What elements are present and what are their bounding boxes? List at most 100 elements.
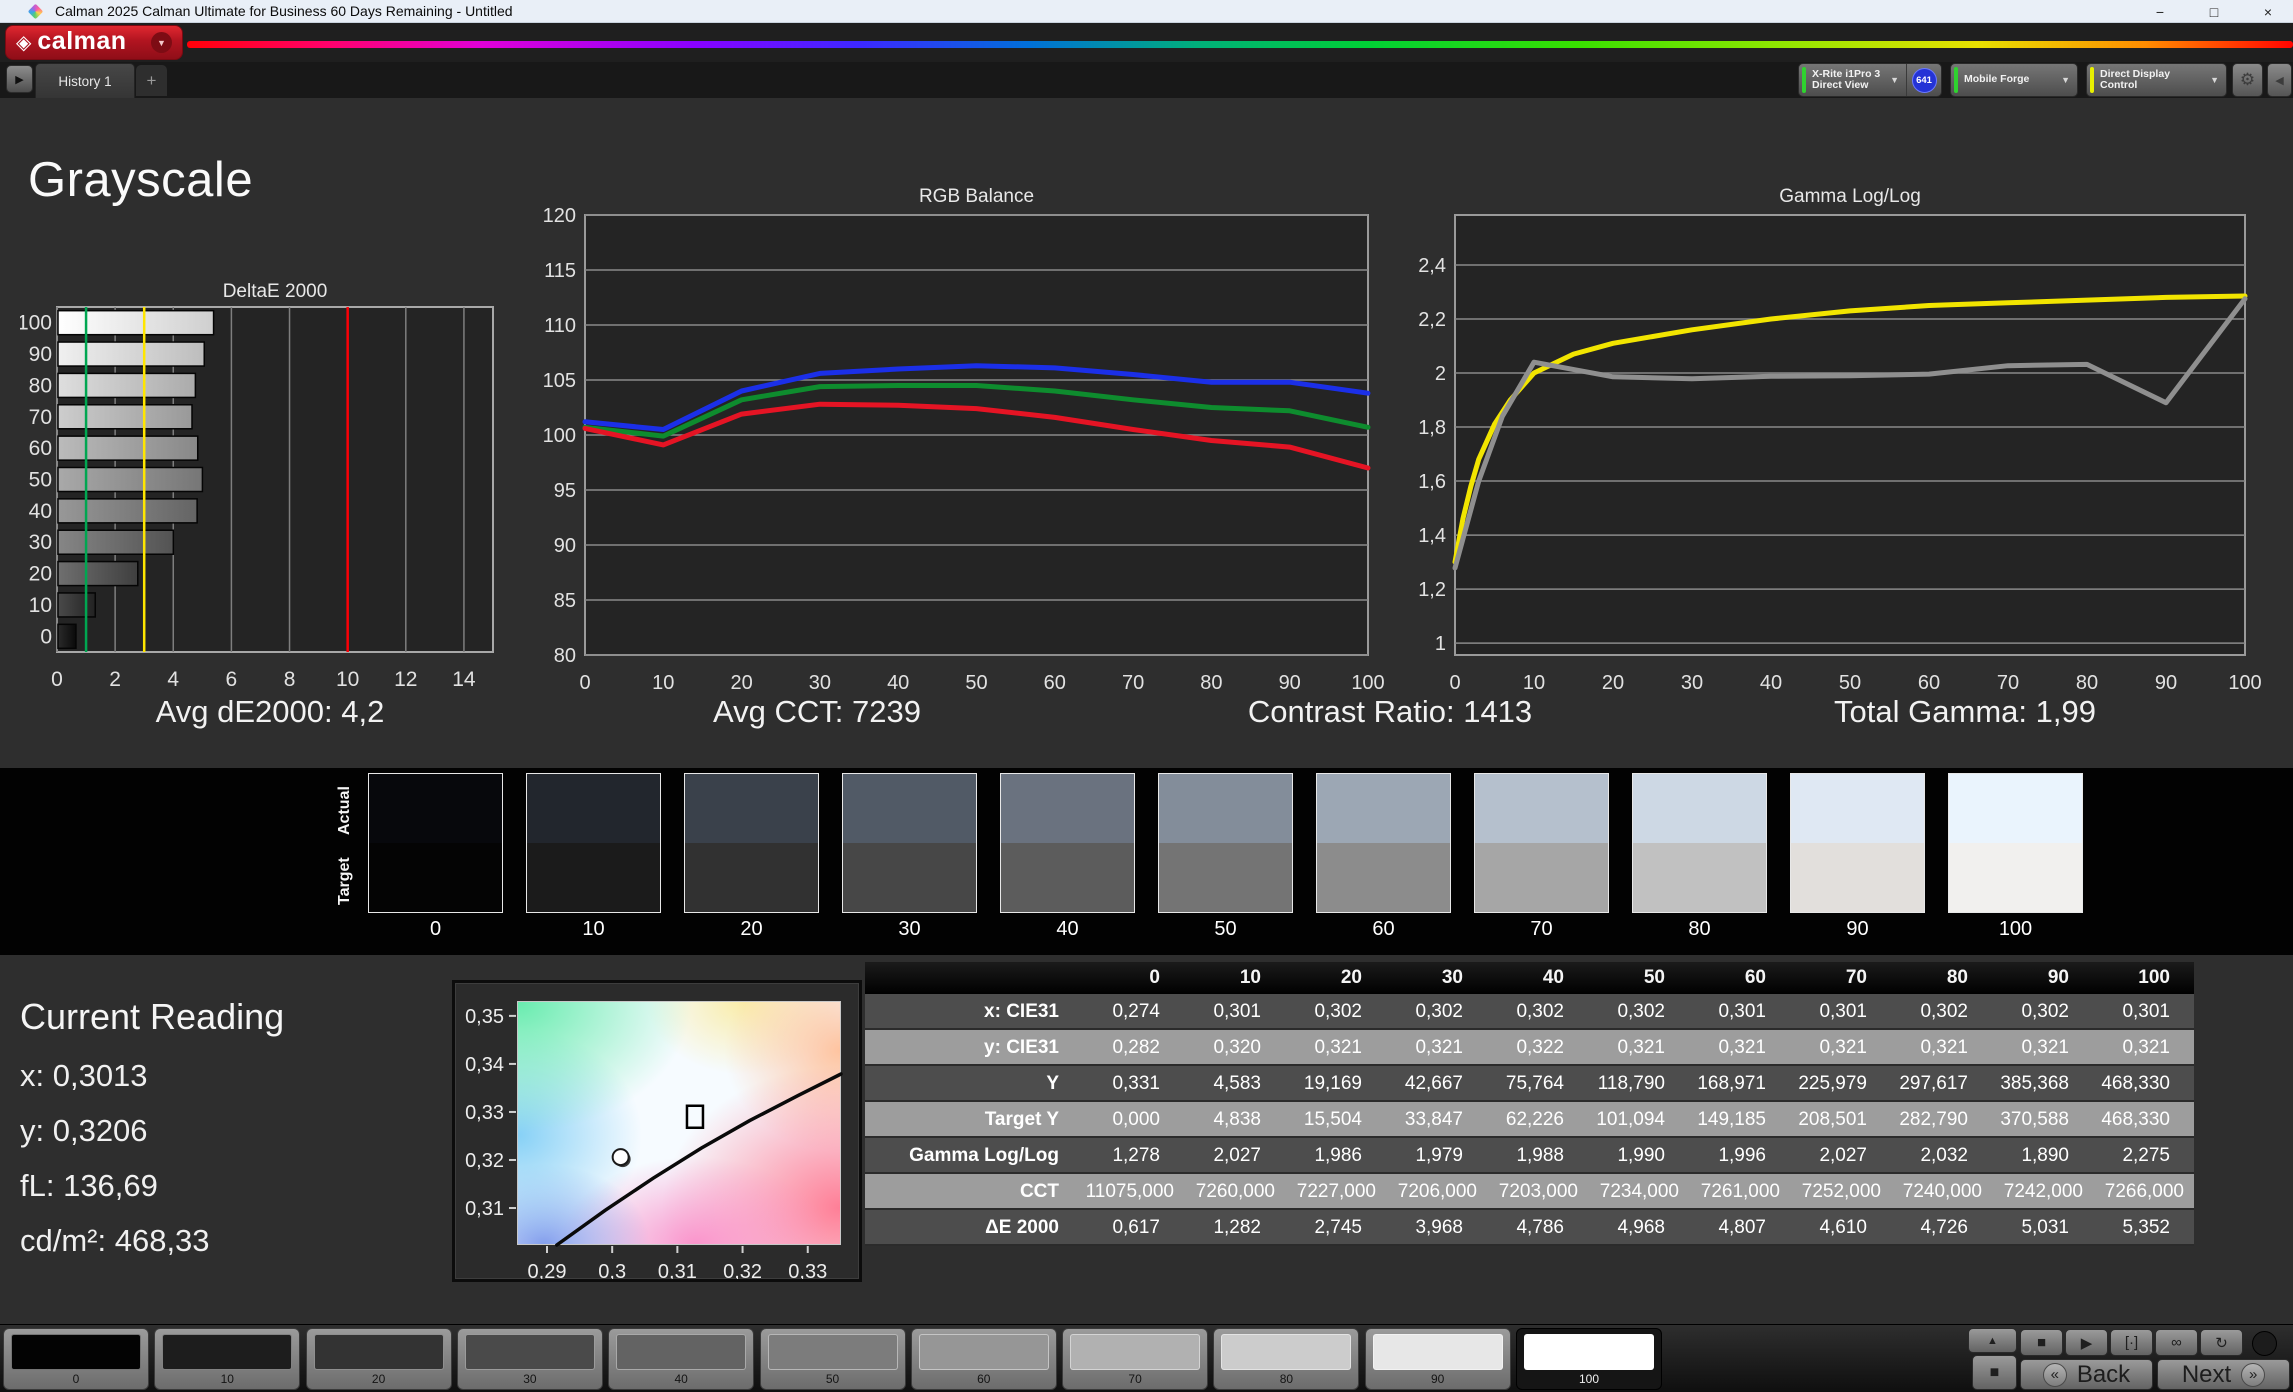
table-cell: 0,321 <box>1790 1030 1891 1066</box>
current-reading-title: Current Reading <box>20 996 284 1038</box>
calman-menu-dropdown-icon: ▼ <box>151 32 172 53</box>
table-cell: 0,322 <box>1487 1030 1588 1066</box>
patch-swatch <box>919 1334 1049 1370</box>
swatch-level-label: 30 <box>842 918 977 941</box>
table-cell: 149,185 <box>1689 1102 1790 1138</box>
source-label: Mobile Forge <box>1964 74 2029 86</box>
play-button[interactable]: ▶ <box>2065 1329 2108 1356</box>
chevron-right-icon: » <box>2241 1363 2265 1387</box>
window-controls: − □ × <box>2147 0 2287 23</box>
svg-text:1,2: 1,2 <box>1418 579 1446 601</box>
svg-text:120: 120 <box>543 205 576 227</box>
window-titlebar: Calman 2025 Calman Ultimate for Business… <box>0 0 2293 23</box>
history-panel-toggle-button[interactable]: ▶ <box>6 65 33 93</box>
pattern-patch-button-30[interactable]: 30 <box>457 1328 603 1390</box>
svg-text:50: 50 <box>29 469 52 492</box>
table-cell: 11075,000 <box>1083 1174 1184 1210</box>
target-swatch <box>1001 843 1134 912</box>
pattern-patch-button-20[interactable]: 20 <box>306 1328 452 1390</box>
svg-text:50: 50 <box>1839 672 1861 694</box>
pattern-patch-button-0[interactable]: 0 <box>3 1328 149 1390</box>
pattern-patch-button-60[interactable]: 60 <box>911 1328 1057 1390</box>
step-button[interactable]: [·] <box>2110 1329 2153 1356</box>
svg-text:85: 85 <box>554 590 576 612</box>
svg-text:60: 60 <box>29 437 52 460</box>
actual-swatch <box>1159 774 1292 843</box>
pattern-patch-button-10[interactable]: 10 <box>154 1328 300 1390</box>
minimize-button[interactable]: − <box>2147 4 2173 20</box>
patch-label: 50 <box>761 1372 905 1386</box>
swatch-level-label: 90 <box>1790 918 1925 941</box>
display-control-selector[interactable]: Direct Display Control ▼ <box>2086 63 2227 97</box>
pattern-window-button[interactable]: ■ <box>1972 1355 2017 1390</box>
svg-text:80: 80 <box>1200 672 1222 694</box>
table-cell: 0,321 <box>1992 1030 2093 1066</box>
patch-label: 20 <box>307 1372 451 1386</box>
pattern-patch-button-90[interactable]: 90 <box>1365 1328 1511 1390</box>
meter-selector[interactable]: X-Rite i1Pro 3 Direct View ▼ 641 <box>1798 63 1942 97</box>
svg-text:4: 4 <box>167 668 179 691</box>
pattern-patch-button-70[interactable]: 70 <box>1062 1328 1208 1390</box>
table-cell: 1,988 <box>1487 1138 1588 1174</box>
table-cell: 225,979 <box>1790 1066 1891 1102</box>
table-cell: 208,501 <box>1790 1102 1891 1138</box>
table-cell: 7261,000 <box>1689 1174 1790 1210</box>
grayscale-swatch-90 <box>1790 773 1925 913</box>
collapse-panel-button[interactable]: ◀ <box>2267 63 2292 97</box>
patch-label: 0 <box>4 1372 148 1386</box>
table-cell: 4,838 <box>1184 1102 1285 1138</box>
table-cell: 2,027 <box>1184 1138 1285 1174</box>
target-swatch <box>843 843 976 912</box>
swatch-level-label: 10 <box>526 918 661 941</box>
patch-swatch <box>1221 1334 1351 1370</box>
cie-overlay: 0,290,30,310,320,330,310,320,330,340,35 <box>455 983 859 1279</box>
calman-menu-button[interactable]: ◈ calman ▼ <box>5 25 183 60</box>
loop-button[interactable]: ∞ <box>2155 1329 2198 1356</box>
close-button[interactable]: × <box>2255 4 2281 20</box>
swatch-strip: Actual Target 0102030405060708090100 <box>0 768 2293 955</box>
svg-text:1,6: 1,6 <box>1418 471 1446 493</box>
pattern-patch-button-50[interactable]: 50 <box>760 1328 906 1390</box>
grayscale-swatch-0 <box>368 773 503 913</box>
svg-text:0,33: 0,33 <box>465 1102 504 1124</box>
target-row-label: Target <box>336 848 358 914</box>
add-tab-button[interactable]: + <box>136 65 167 96</box>
refresh-button[interactable]: ↻ <box>2200 1329 2243 1356</box>
actual-row-label: Actual <box>336 778 358 844</box>
svg-text:70: 70 <box>1122 672 1144 694</box>
table-cell: 15,504 <box>1285 1102 1386 1138</box>
svg-text:6: 6 <box>226 668 238 691</box>
table-column-header: 0 <box>1083 962 1184 994</box>
next-button[interactable]: Next » <box>2157 1359 2290 1390</box>
display-status-indicator <box>2090 67 2094 93</box>
svg-text:1,8: 1,8 <box>1418 417 1446 439</box>
pattern-patch-button-80[interactable]: 80 <box>1213 1328 1359 1390</box>
pattern-patch-button-100[interactable]: 100 <box>1516 1328 1662 1390</box>
table-column-header: 40 <box>1487 962 1588 994</box>
pattern-patch-button-40[interactable]: 40 <box>608 1328 754 1390</box>
settings-button[interactable]: ⚙ <box>2232 63 2263 97</box>
patch-swatch <box>465 1334 595 1370</box>
target-swatch <box>685 843 818 912</box>
patch-swatch <box>314 1334 444 1370</box>
stat-total-gamma: Total Gamma: 1,99 <box>1834 694 2096 730</box>
maximize-button[interactable]: □ <box>2201 4 2227 20</box>
patch-panel-up-button[interactable]: ▲ <box>1968 1328 2017 1353</box>
calman-app-icon <box>28 3 44 19</box>
actual-swatch <box>843 774 976 843</box>
svg-text:95: 95 <box>554 480 576 502</box>
gamma-loglog-chart: Gamma Log/Log11,21,41,61,822,22,40102030… <box>1390 186 2270 698</box>
tab-history-1[interactable]: History 1 <box>35 63 135 98</box>
back-button[interactable]: « Back <box>2020 1359 2153 1390</box>
table-cell: 1,986 <box>1285 1138 1386 1174</box>
svg-text:70: 70 <box>29 406 52 429</box>
patch-label: 90 <box>1366 1372 1510 1386</box>
stop-button[interactable]: ■ <box>2020 1329 2063 1356</box>
svg-text:2: 2 <box>109 668 121 691</box>
source-selector[interactable]: Mobile Forge ▼ <box>1950 63 2078 97</box>
table-cell: 0,321 <box>1891 1030 1992 1066</box>
table-cell: 1,278 <box>1083 1138 1184 1174</box>
svg-text:14: 14 <box>452 668 476 691</box>
svg-text:40: 40 <box>1760 672 1782 694</box>
table-cell: 0,321 <box>1386 1030 1487 1066</box>
